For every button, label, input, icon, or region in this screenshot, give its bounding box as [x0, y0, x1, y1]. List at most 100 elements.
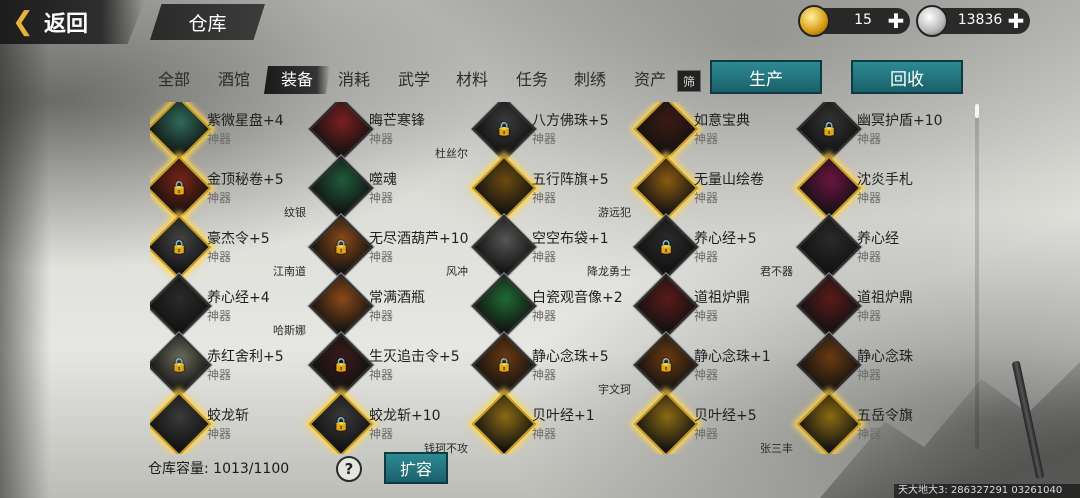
item-slot[interactable]: 沈炎手札 神器	[796, 155, 960, 221]
add-gold-plus-icon[interactable]: ✚	[886, 11, 906, 31]
help-button[interactable]: ?	[336, 456, 362, 482]
tab-martial-arts[interactable]: 武学	[386, 66, 442, 94]
item-name: 空空布袋+1	[532, 231, 609, 247]
item-type: 神器	[369, 427, 394, 441]
item-name: 赤红舍利+5	[207, 349, 284, 365]
item-icon	[471, 391, 537, 454]
item-name: 养心经	[857, 231, 899, 247]
item-slot[interactable]: 白瓷观音像+2 神器	[471, 273, 635, 339]
back-button[interactable]: ❮ 返回	[0, 0, 145, 44]
item-slot[interactable]: 静心念珠 神器	[796, 332, 960, 398]
item-name: 晦芒寒锋	[369, 113, 425, 129]
item-type: 神器	[694, 309, 719, 323]
item-slot[interactable]: 🔒 静心念珠+1 神器	[633, 332, 797, 398]
item-slot[interactable]: 贝叶经+1 神器	[471, 391, 635, 454]
item-name: 金顶秘卷+5	[207, 172, 284, 188]
produce-button[interactable]: 生产	[710, 60, 822, 94]
item-owner: 哈斯娜	[273, 324, 306, 337]
recycle-button[interactable]: 回收	[851, 60, 963, 94]
add-silver-plus-icon[interactable]: ✚	[1006, 11, 1026, 31]
silver-ingot-icon	[916, 5, 948, 37]
item-icon	[308, 102, 374, 162]
item-type: 神器	[694, 427, 719, 441]
tab-consumables[interactable]: 消耗	[326, 66, 382, 94]
item-slot[interactable]: 空空布袋+1 神器 降龙勇士	[471, 214, 635, 280]
item-slot[interactable]: 🔒 金顶秘卷+5 神器 纹银	[150, 155, 310, 221]
item-type: 神器	[857, 427, 882, 441]
tab-quests[interactable]: 任务	[504, 66, 560, 94]
item-slot[interactable]: 五岳令旗 神器	[796, 391, 960, 454]
item-icon	[150, 391, 212, 454]
item-type: 神器	[369, 132, 394, 146]
item-name: 噬魂	[369, 172, 397, 188]
item-slot[interactable]: 蛟龙斩 神器	[150, 391, 310, 454]
item-slot[interactable]: 道祖炉鼎 神器	[796, 273, 960, 339]
item-slot[interactable]: 🔒 蛟龙斩+10 神器 钱珂不攻	[308, 391, 472, 454]
item-type: 神器	[532, 191, 557, 205]
item-slot[interactable]: 噬魂 神器	[308, 155, 472, 221]
item-type: 神器	[369, 191, 394, 205]
lock-icon: 🔒	[333, 358, 350, 373]
item-name: 贝叶经+5	[694, 408, 757, 424]
lock-icon: 🔒	[658, 358, 675, 373]
item-slot[interactable]: 🔒 生灭追击令+5 神器	[308, 332, 472, 398]
item-slot[interactable]: 养心经 神器	[796, 214, 960, 280]
item-slot[interactable]: 🔒 豪杰令+5 神器 江南道	[150, 214, 310, 280]
item-name: 五行阵旗+5	[532, 172, 609, 188]
item-slot[interactable]: 常满酒瓶 神器	[308, 273, 472, 339]
item-icon	[308, 155, 374, 221]
item-slot[interactable]: 🔒 静心念珠+5 神器 宇文珂	[471, 332, 635, 398]
tab-tavern[interactable]: 酒馆	[206, 66, 262, 94]
item-owner: 风冲	[446, 265, 468, 278]
item-icon	[796, 391, 862, 454]
item-owner: 张三丰	[760, 442, 793, 454]
item-slot[interactable]: 🔒 养心经+5 神器君不器	[633, 214, 797, 280]
gold-ingot-icon	[798, 5, 830, 37]
item-slot[interactable]: 🔒 赤红舍利+5 神器	[150, 332, 310, 398]
item-type: 神器	[207, 309, 232, 323]
item-name: 道祖炉鼎	[694, 290, 750, 306]
page-title: 仓库	[150, 4, 265, 40]
item-slot[interactable]: 晦芒寒锋 神器 杜丝尔	[308, 102, 472, 162]
lock-icon: 🔒	[658, 240, 675, 255]
item-icon	[633, 102, 699, 162]
item-owner: 君不器	[760, 265, 793, 278]
item-owner: 江南道	[273, 265, 306, 278]
item-type: 神器	[694, 250, 719, 264]
tab-embroidery[interactable]: 刺绣	[562, 66, 618, 94]
item-slot[interactable]: 五行阵旗+5 神器 游远犯	[471, 155, 635, 221]
tab-all[interactable]: 全部	[146, 66, 202, 94]
tab-equipment[interactable]: 装备	[264, 66, 330, 94]
expand-capacity-button[interactable]: 扩容	[384, 452, 448, 484]
item-type: 神器	[857, 309, 882, 323]
item-owner: 纹银	[284, 206, 306, 219]
item-name: 养心经+5	[694, 231, 757, 247]
item-slot[interactable]: 无量山绘卷 神器	[633, 155, 797, 221]
tab-assets[interactable]: 资产	[622, 66, 678, 94]
item-slot[interactable]: 贝叶经+5 神器张三丰	[633, 391, 797, 454]
item-slot[interactable]: 🔒 八方佛珠+5 神器	[471, 102, 635, 162]
item-slot[interactable]: 紫微星盘+4 神器	[150, 102, 310, 162]
item-icon	[471, 273, 537, 339]
item-slot[interactable]: 道祖炉鼎 神器	[633, 273, 797, 339]
back-label: 返回	[44, 12, 89, 37]
item-name: 蛟龙斩+10	[369, 408, 441, 424]
scrollbar[interactable]	[975, 104, 979, 449]
item-slot[interactable]: 🔒 无尽酒葫芦+10 神器 风冲	[308, 214, 472, 280]
item-type: 神器	[532, 132, 557, 146]
item-name: 贝叶经+1	[532, 408, 595, 424]
tab-materials[interactable]: 材料	[444, 66, 500, 94]
filter-icon[interactable]: 筛	[677, 70, 701, 92]
item-slot[interactable]: 养心经+4 神器 哈斯娜	[150, 273, 310, 339]
item-name: 紫微星盘+4	[207, 113, 284, 129]
lock-icon: 🔒	[171, 181, 188, 196]
item-type: 神器	[369, 250, 394, 264]
item-slot[interactable]: 🔒 幽冥护盾+10 神器	[796, 102, 960, 162]
item-slot[interactable]: 如意宝典 神器	[633, 102, 797, 162]
item-type: 神器	[532, 250, 557, 264]
scroll-thumb[interactable]	[975, 104, 979, 118]
item-type: 神器	[207, 427, 232, 441]
item-owner: 宇文珂	[598, 383, 631, 396]
item-name: 无量山绘卷	[694, 172, 764, 188]
item-name: 白瓷观音像+2	[532, 290, 623, 306]
